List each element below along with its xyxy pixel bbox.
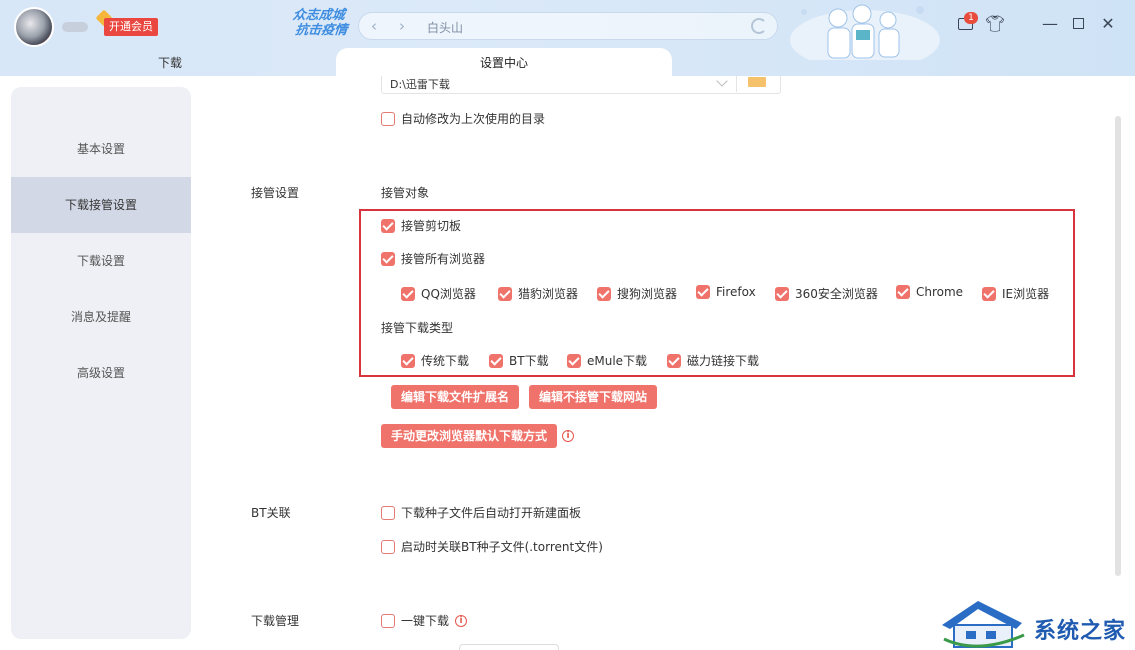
campaign-slogan: 众志成城 抗击疫情 bbox=[290, 8, 349, 38]
sidebar-item-basic[interactable]: 基本设置 bbox=[11, 121, 191, 177]
medical-staff-illustration bbox=[790, 4, 940, 60]
download-mgmt-section-label: 下载管理 bbox=[251, 614, 300, 628]
bt-open-panel-label: 下载种子文件后自动打开新建面板 bbox=[401, 506, 582, 520]
browser-checkbox[interactable] bbox=[982, 286, 996, 301]
browser-checkbox[interactable] bbox=[775, 286, 789, 301]
browser-checkbox[interactable] bbox=[498, 286, 512, 301]
sidebar-item-download-takeover[interactable]: 下载接管设置 bbox=[11, 177, 191, 233]
house-logo-icon bbox=[942, 601, 1025, 648]
settings-content: D:\迅雷下载 自动修改为上次使用的目录 接管设置 接管对象 接管剪切板 接管所… bbox=[191, 75, 1135, 650]
download-types-label: 接管下载类型 bbox=[381, 321, 454, 335]
divider bbox=[736, 76, 737, 92]
skin-shirt-icon[interactable]: 👕︎ bbox=[985, 16, 1005, 32]
all-browsers-label: 接管所有浏览器 bbox=[401, 252, 486, 266]
browser-option-sogou[interactable]: 搜狗浏览器 bbox=[597, 285, 677, 302]
clipboard-label: 接管剪切板 bbox=[401, 219, 462, 233]
bt-open-panel-checkbox[interactable] bbox=[381, 505, 395, 520]
type-checkbox[interactable] bbox=[567, 353, 581, 368]
manual-change-browser-default-button[interactable]: 手动更改浏览器默认下载方式 bbox=[381, 424, 558, 448]
browser-option-ie[interactable]: IE浏览器 bbox=[982, 285, 1049, 302]
watermark-text: 系统之家 bbox=[1034, 619, 1127, 644]
browser-checkbox[interactable] bbox=[401, 286, 415, 301]
type-checkbox[interactable] bbox=[401, 353, 415, 368]
chevron-down-icon[interactable] bbox=[716, 75, 728, 87]
takeover-section-label: 接管设置 bbox=[251, 186, 300, 200]
minimize-icon[interactable]: — bbox=[1040, 14, 1060, 34]
edit-excluded-sites-button[interactable]: 编辑不接管下载网站 bbox=[529, 385, 658, 409]
bt-open-panel-option[interactable]: 下载种子文件后自动打开新建面板 bbox=[381, 504, 581, 521]
partially-visible-button[interactable] bbox=[459, 644, 559, 650]
info-icon[interactable]: i bbox=[455, 614, 468, 627]
takeover-objects-label: 接管对象 bbox=[381, 186, 430, 200]
type-label: 传统下载 bbox=[421, 354, 470, 368]
browser-checkbox[interactable] bbox=[696, 285, 710, 299]
one-click-download-checkbox[interactable] bbox=[381, 613, 395, 628]
back-arrow-icon[interactable]: ‹ bbox=[365, 17, 383, 35]
type-label: eMule下载 bbox=[587, 354, 648, 368]
scrollbar[interactable] bbox=[1115, 116, 1121, 576]
auto-modify-dir-option[interactable]: 自动修改为上次使用的目录 bbox=[381, 110, 545, 127]
auto-modify-dir-label: 自动修改为上次使用的目录 bbox=[401, 112, 546, 126]
bt-associate-checkbox[interactable] bbox=[381, 539, 395, 554]
browser-label: Chrome bbox=[916, 285, 964, 299]
browser-label: 360安全浏览器 bbox=[795, 287, 878, 301]
one-click-download-option[interactable]: 一键下载 i bbox=[381, 612, 468, 629]
one-click-download-label: 一键下载 bbox=[401, 614, 450, 628]
bt-associate-option[interactable]: 启动时关联BT种子文件(.torrent文件) bbox=[381, 538, 603, 555]
sidebar-item-notifications[interactable]: 消息及提醒 bbox=[11, 289, 191, 345]
type-option-bt[interactable]: BT下载 bbox=[489, 352, 549, 369]
browser-label: Firefox bbox=[716, 285, 756, 299]
watermark-logo: 系统之家 bbox=[938, 595, 1135, 650]
slogan-line-2: 抗击疫情 bbox=[294, 23, 349, 38]
refresh-icon[interactable] bbox=[751, 18, 767, 34]
message-count-badge: 1 bbox=[964, 12, 978, 24]
type-label: BT下载 bbox=[509, 354, 549, 368]
edit-extensions-button[interactable]: 编辑下载文件扩展名 bbox=[391, 385, 520, 409]
avatar[interactable] bbox=[14, 7, 54, 47]
folder-icon[interactable] bbox=[748, 77, 766, 87]
browser-label: 猎豹浏览器 bbox=[518, 287, 579, 301]
clipboard-checkbox[interactable] bbox=[381, 218, 395, 233]
bt-section-label: BT关联 bbox=[251, 506, 291, 520]
type-checkbox[interactable] bbox=[489, 353, 503, 368]
browser-option-firefox[interactable]: Firefox bbox=[696, 285, 756, 299]
download-dir-select[interactable]: D:\迅雷下载 bbox=[381, 75, 781, 94]
browser-label: QQ浏览器 bbox=[421, 287, 476, 301]
browser-label: 搜狗浏览器 bbox=[617, 287, 678, 301]
cut-off-section-label bbox=[251, 68, 301, 80]
browser-option-chrome[interactable]: Chrome bbox=[896, 285, 963, 299]
browser-option-qq[interactable]: QQ浏览器 bbox=[401, 285, 476, 302]
settings-sidebar: 基本设置 下载接管设置 下载设置 消息及提醒 高级设置 bbox=[11, 87, 191, 639]
auto-modify-dir-checkbox[interactable] bbox=[381, 111, 395, 126]
browser-checkbox[interactable] bbox=[896, 285, 910, 299]
forward-arrow-icon[interactable]: › bbox=[393, 17, 411, 35]
sidebar-item-download[interactable]: 下载设置 bbox=[11, 233, 191, 289]
bt-associate-label: 启动时关联BT种子文件(.torrent文件) bbox=[401, 540, 603, 554]
type-option-traditional[interactable]: 传统下载 bbox=[401, 352, 469, 369]
type-option-magnet[interactable]: 磁力链接下载 bbox=[667, 352, 759, 369]
close-icon[interactable]: ✕ bbox=[1098, 14, 1118, 34]
clipboard-option[interactable]: 接管剪切板 bbox=[381, 217, 461, 234]
vip-button[interactable]: 开通会员 bbox=[104, 18, 158, 36]
download-dir-value: D:\迅雷下载 bbox=[390, 78, 450, 91]
search-text[interactable]: 白头山 bbox=[427, 19, 463, 36]
all-browsers-checkbox[interactable] bbox=[381, 251, 395, 266]
sidebar-item-advanced[interactable]: 高级设置 bbox=[11, 345, 191, 401]
browser-option-liebao[interactable]: 猎豹浏览器 bbox=[498, 285, 578, 302]
type-option-emule[interactable]: eMule下载 bbox=[567, 352, 647, 369]
info-icon[interactable]: i bbox=[562, 430, 574, 442]
type-label: 磁力链接下载 bbox=[687, 354, 760, 368]
type-checkbox[interactable] bbox=[667, 353, 681, 368]
tab-settings-center[interactable]: 设置中心 bbox=[336, 48, 672, 76]
maximize-icon[interactable] bbox=[1068, 14, 1088, 34]
slogan-line-1: 众志成城 bbox=[292, 8, 346, 23]
browser-checkbox[interactable] bbox=[597, 286, 611, 301]
browser-label: IE浏览器 bbox=[1002, 287, 1050, 301]
username-blurred[interactable] bbox=[62, 22, 88, 32]
all-browsers-option[interactable]: 接管所有浏览器 bbox=[381, 250, 485, 267]
title-bar: 开通会员 众志成城 抗击疫情 ‹ › 白头山 1 👕︎ — ✕ 下载 设置中心 bbox=[0, 0, 1135, 76]
browser-option-360[interactable]: 360安全浏览器 bbox=[775, 285, 878, 302]
address-bar[interactable]: ‹ › 白头山 bbox=[358, 12, 778, 40]
